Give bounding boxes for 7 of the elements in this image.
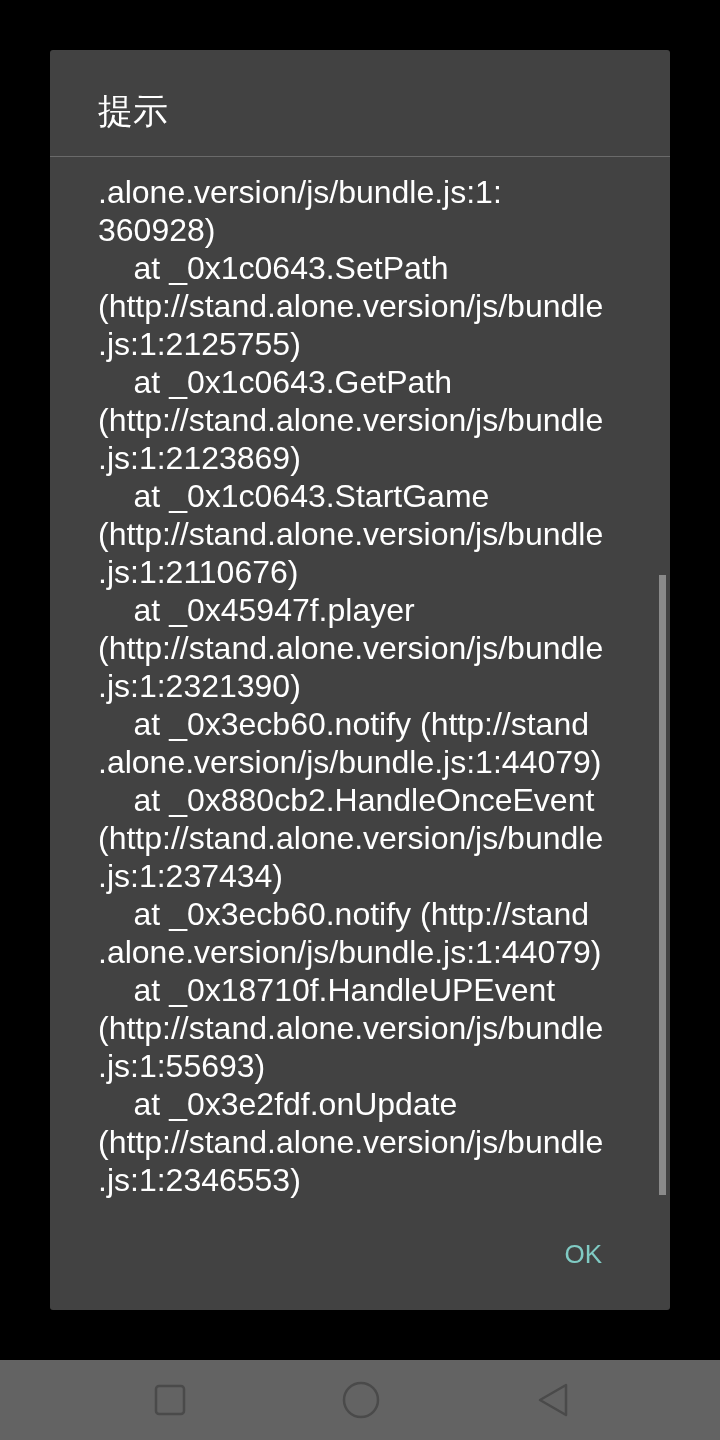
- dialog-title: 提示: [50, 50, 670, 157]
- triangle-icon[interactable]: [536, 1382, 570, 1418]
- scrollbar[interactable]: [659, 575, 666, 1195]
- ok-button[interactable]: OK: [550, 1231, 616, 1278]
- error-message: .alone.version/js/bundle.js:1: 360928) at _0x1c0643.SetPath (http://stand.alone.version/js/bundle .js:1:2125755) at _0x1c0643.GetPath (http://stand.alone.version/js/bundle .js:1:2123869) at _0x1c0643.StartGame (http://stand.alone.version/js/bundle .js:1:2110676) at _0x45947f.player (http://stand.alone.version/js/bundle .js:1:2321390) at _0x3ecb60.notify (http://stand .alone.version/js/bundle.js:1:44079) at _0x880cb2.HandleOnceEvent (http://stand.alone.version/js/bundle .js:1:237434) at _0x3ecb60.notify (http://stand .alone.version/js/bundle.js:1:44079) at _0x18710f.HandleUPEvent (http://stand.alone.version/js/bundle .js:1:55693) at _0x3e2fdf.onUpdate (http://stand.alone.version/js/bundle .js:1:2346553): [98, 173, 604, 1199]
- square-icon[interactable]: [154, 1384, 186, 1416]
- circle-icon[interactable]: [342, 1381, 380, 1419]
